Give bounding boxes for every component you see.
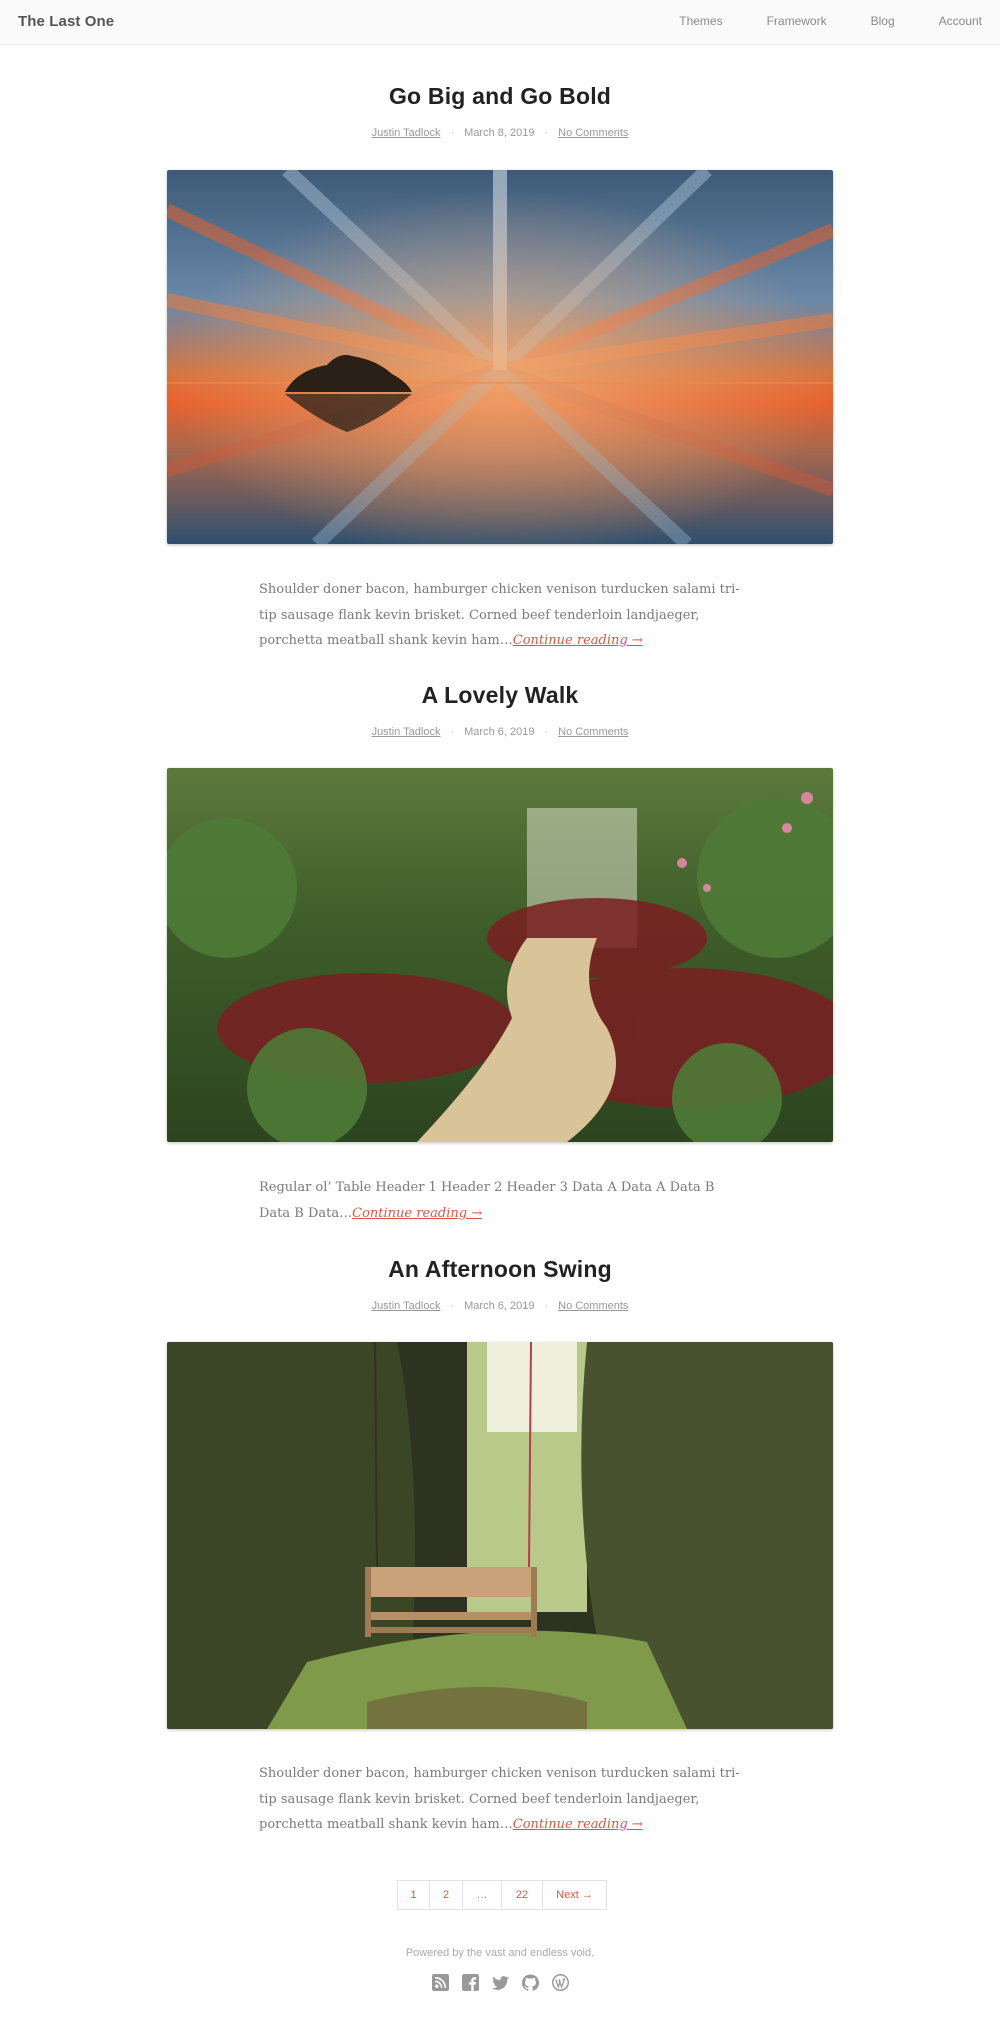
post-excerpt: Shoulder doner bacon, hamburger chicken …	[259, 1761, 741, 1838]
post-meta: Justin Tadlock · March 6, 2019 · No Comments	[0, 1300, 1000, 1312]
meta-separator: ·	[450, 127, 455, 139]
post-featured-image[interactable]	[167, 170, 833, 544]
post-meta: Justin Tadlock · March 8, 2019 · No Comments	[0, 127, 1000, 139]
post-author-link[interactable]: Justin Tadlock	[372, 127, 441, 139]
pagination: 1 2 … 22 Next →	[397, 1880, 607, 1910]
post-title[interactable]: An Afternoon Swing	[0, 1256, 1000, 1283]
garden-swing-image	[167, 1342, 833, 1729]
meta-separator: ·	[544, 127, 549, 139]
post-excerpt: Shoulder doner bacon, hamburger chicken …	[259, 577, 741, 654]
post-author-link[interactable]: Justin Tadlock	[372, 726, 441, 738]
post-author-link[interactable]: Justin Tadlock	[372, 1300, 441, 1312]
post-comments-link[interactable]: No Comments	[558, 1300, 628, 1312]
continue-reading-link[interactable]: Continue reading →	[513, 633, 643, 648]
post-date: March 6, 2019	[464, 726, 535, 738]
garden-path-image	[167, 768, 833, 1142]
page-link-2[interactable]: 2	[430, 1881, 463, 1909]
post-featured-image[interactable]	[167, 1342, 833, 1729]
excerpt-text: Shoulder doner bacon, hamburger chicken …	[259, 1766, 740, 1832]
github-icon[interactable]	[522, 1974, 539, 1991]
meta-separator: ·	[450, 726, 455, 738]
post-featured-image[interactable]	[167, 768, 833, 1142]
twitter-icon[interactable]	[492, 1974, 509, 1991]
nav-item-framework[interactable]: Framework	[767, 14, 827, 28]
post-excerpt: Regular ol’ Table Header 1 Header 2 Head…	[259, 1175, 741, 1226]
meta-separator: ·	[544, 726, 549, 738]
excerpt-text: Shoulder doner bacon, hamburger chicken …	[259, 582, 740, 648]
nav-item-account[interactable]: Account	[939, 14, 982, 28]
post-date: March 6, 2019	[464, 1300, 535, 1312]
wordpress-icon[interactable]	[552, 1974, 569, 1991]
page-link-1[interactable]: 1	[398, 1881, 430, 1909]
post-comments-link[interactable]: No Comments	[558, 127, 628, 139]
continue-reading-link[interactable]: Continue reading →	[352, 1206, 482, 1221]
sunset-island-image	[167, 170, 833, 544]
footer-credit: Powered by the vast and endless void.	[405, 1947, 595, 1959]
meta-separator: ·	[544, 1300, 549, 1312]
site-header: The Last One Themes Framework Blog Accou…	[0, 0, 1000, 45]
social-links	[432, 1974, 569, 1991]
post-comments-link[interactable]: No Comments	[558, 726, 628, 738]
nav-item-blog[interactable]: Blog	[871, 14, 895, 28]
page-link-22[interactable]: 22	[502, 1881, 543, 1909]
nav-item-themes[interactable]: Themes	[679, 14, 722, 28]
post-date: March 8, 2019	[464, 127, 535, 139]
meta-separator: ·	[450, 1300, 455, 1312]
post-title[interactable]: A Lovely Walk	[0, 682, 1000, 709]
excerpt-text: Regular ol’ Table Header 1 Header 2 Head…	[259, 1180, 715, 1221]
site-title[interactable]: The Last One	[18, 13, 114, 30]
post-title[interactable]: Go Big and Go Bold	[0, 83, 1000, 110]
main-nav: Themes Framework Blog Account	[635, 14, 982, 28]
facebook-icon[interactable]	[462, 1974, 479, 1991]
continue-reading-link[interactable]: Continue reading →	[513, 1817, 643, 1832]
page-ellipsis: …	[463, 1881, 502, 1909]
post-meta: Justin Tadlock · March 6, 2019 · No Comments	[0, 726, 1000, 738]
next-page-link[interactable]: Next →	[543, 1881, 606, 1909]
rss-icon[interactable]	[432, 1974, 449, 1991]
